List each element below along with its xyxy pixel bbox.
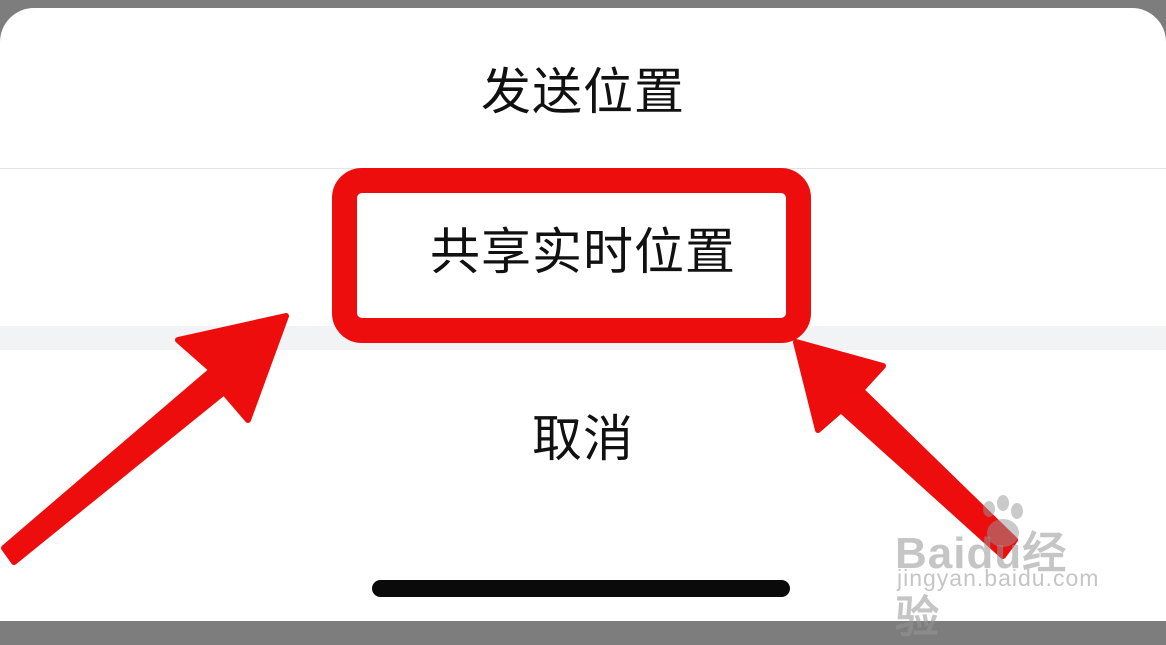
left-arrow-icon bbox=[1, 313, 289, 565]
watermark-url: jingyan.baidu.com bbox=[897, 565, 1100, 591]
baidu-watermark: Baidu经验 jingyan.baidu.com bbox=[895, 495, 1110, 642]
